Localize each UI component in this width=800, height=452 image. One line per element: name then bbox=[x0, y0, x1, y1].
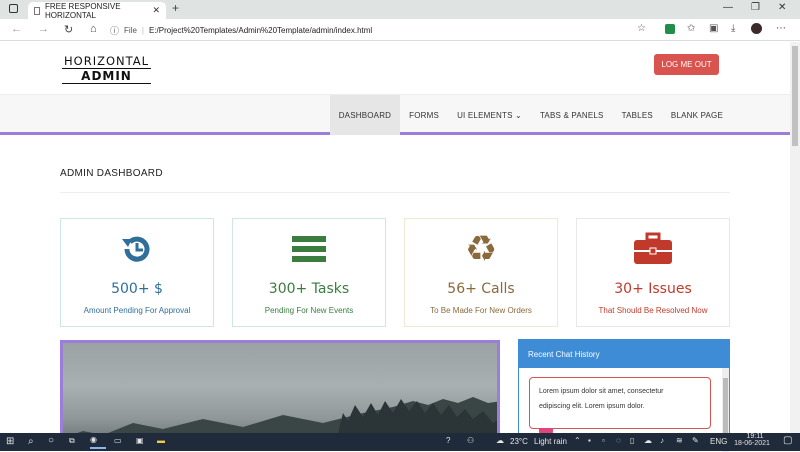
notifications-icon[interactable]: ▢ bbox=[783, 435, 792, 446]
menu-item-dashboard[interactable]: DASHBOARD bbox=[329, 95, 401, 135]
page-scrollbar[interactable] bbox=[790, 42, 800, 433]
wifi-icon[interactable]: ≋ bbox=[676, 436, 683, 445]
logo-line2: ADMIN bbox=[62, 69, 152, 84]
clock-date: 18-06-2021 bbox=[734, 440, 770, 447]
chat-message-line: Lorem ipsum dolor sit amet, consectetur bbox=[539, 388, 664, 395]
logo-line1: HORIZONTAL bbox=[62, 54, 152, 69]
clock-time: 19:11 bbox=[746, 433, 764, 440]
main-menu: DASHBOARD FORMS UI ELEMENTS ⌄ TABS & PAN… bbox=[329, 95, 732, 135]
extension-icon[interactable] bbox=[665, 24, 675, 34]
chat-message-line: edipiscing elit. Lorem ipsum dolor. bbox=[539, 403, 645, 410]
stat-card-tasks: 300+ Tasks Pending For New Events bbox=[232, 218, 386, 327]
menu-item-ui-elements[interactable]: UI ELEMENTS ⌄ bbox=[448, 95, 531, 135]
terminal-taskbar-icon[interactable]: ▭ bbox=[114, 436, 122, 445]
tab-title: FREE RESPONSIVE HORIZONTAL bbox=[44, 1, 121, 20]
widgets-icon[interactable]: ⧉ bbox=[69, 436, 75, 446]
list-icon bbox=[233, 231, 385, 267]
show-hidden-icons[interactable]: ⌃ bbox=[574, 436, 581, 445]
card-subtitle: Pending For New Events bbox=[264, 306, 354, 315]
tray-icon-1[interactable]: ▪ bbox=[588, 436, 591, 445]
browser-tab-bar: FREE RESPONSIVE HORIZONTAL ✕ + — ❐ ✕ bbox=[0, 0, 800, 20]
more-menu-icon[interactable]: ⋯ bbox=[776, 23, 786, 34]
history-icon bbox=[61, 231, 213, 267]
close-tab-icon[interactable]: ✕ bbox=[152, 5, 160, 16]
tab-actions-icon[interactable] bbox=[9, 4, 18, 13]
info-icon: ⓘ bbox=[110, 25, 120, 36]
os-taskbar: ⊞ ⌕ ○ ⧉ ◉ ▭ ▣ ▬ ? ⚇ ☁ 23°C Light rain ⌃ … bbox=[0, 433, 800, 451]
search-icon[interactable]: ⌕ bbox=[28, 436, 34, 447]
weather-temp[interactable]: 23°C bbox=[510, 437, 528, 446]
logout-button[interactable]: LOG ME OUT bbox=[654, 54, 719, 75]
restore-icon[interactable]: ❐ bbox=[751, 2, 760, 13]
card-number: 56+ Calls bbox=[447, 281, 515, 297]
network-icon[interactable]: ▯ bbox=[630, 436, 634, 445]
page-title: ADMIN DASHBOARD bbox=[60, 168, 163, 179]
language-indicator[interactable]: ENG bbox=[710, 437, 727, 446]
new-tab-icon[interactable]: + bbox=[172, 1, 179, 15]
cloud-icon[interactable]: ☁ bbox=[644, 436, 652, 445]
tray-icon-2[interactable]: ▫ bbox=[602, 436, 605, 445]
volume-icon[interactable]: ♪ bbox=[660, 436, 664, 445]
card-subtitle: Amount Pending For Approval bbox=[83, 306, 191, 315]
card-number: 300+ Tasks bbox=[268, 281, 350, 297]
app-taskbar-icon[interactable]: ▣ bbox=[136, 436, 144, 445]
page-scroll-thumb[interactable] bbox=[792, 46, 798, 146]
back-icon[interactable]: ← bbox=[11, 23, 22, 35]
stat-card-amount: 500+ $ Amount Pending For Approval bbox=[60, 218, 214, 327]
menu-item-forms[interactable]: FORMS bbox=[400, 95, 448, 135]
card-number: 30+ Issues bbox=[614, 281, 692, 297]
clock[interactable]: 19:11 18-06-2021 bbox=[734, 433, 770, 447]
pen-icon[interactable]: ✎ bbox=[692, 436, 699, 445]
menu-item-tabs-panels[interactable]: TABS & PANELS bbox=[531, 95, 613, 135]
title-divider bbox=[60, 192, 730, 193]
address-bar[interactable]: ⓘ File | E:/Project%20Templates/Admin%20… bbox=[110, 22, 650, 38]
downloads-icon[interactable]: ⤓ bbox=[731, 23, 735, 34]
people-icon[interactable]: ⚇ bbox=[467, 436, 474, 445]
minimize-icon[interactable]: — bbox=[723, 2, 733, 13]
recycle-icon: ♻ bbox=[464, 228, 498, 269]
url-text: E:/Project%20Templates/Admin%20Template/… bbox=[148, 25, 373, 35]
chat-message: Lorem ipsum dolor sit amet, consectetur … bbox=[529, 377, 711, 429]
logo[interactable]: HORIZONTAL ADMIN bbox=[62, 54, 152, 84]
browser-tab[interactable]: FREE RESPONSIVE HORIZONTAL ✕ bbox=[28, 1, 166, 20]
help-icon[interactable]: ? bbox=[446, 436, 450, 445]
chat-panel-title: Recent Chat History bbox=[519, 340, 729, 368]
url-scheme-label: File bbox=[124, 25, 137, 35]
collections-icon[interactable]: ▣ bbox=[709, 23, 718, 34]
main-menu-bar: DASHBOARD FORMS UI ELEMENTS ⌄ TABS & PAN… bbox=[0, 95, 790, 135]
windows-start-icon[interactable]: ⊞ bbox=[6, 436, 14, 447]
page-icon bbox=[34, 6, 40, 15]
menu-item-blank-page[interactable]: BLANK PAGE bbox=[662, 95, 732, 135]
favorites-icon[interactable]: ✩ bbox=[687, 23, 695, 34]
briefcase-icon bbox=[577, 231, 729, 267]
address-bar-row: ← → ↻ ⌂ ⓘ File | E:/Project%20Templates/… bbox=[0, 19, 800, 41]
profile-avatar[interactable] bbox=[751, 23, 762, 34]
url-separator: | bbox=[141, 25, 144, 35]
refresh-icon[interactable]: ↻ bbox=[64, 23, 73, 36]
site-header: HORIZONTAL ADMIN LOG ME OUT bbox=[0, 42, 790, 95]
home-icon[interactable]: ⌂ bbox=[90, 23, 97, 35]
favorite-star-icon[interactable]: ☆ bbox=[637, 23, 646, 34]
menu-item-tables[interactable]: TABLES bbox=[613, 95, 662, 135]
weather-condition[interactable]: Light rain bbox=[534, 437, 567, 446]
card-number: 500+ $ bbox=[111, 281, 163, 297]
card-subtitle: That Should Be Resolved Now bbox=[598, 306, 708, 315]
card-subtitle: To Be Made For New Orders bbox=[430, 306, 532, 315]
stat-card-calls: ♻ 56+ Calls To Be Made For New Orders bbox=[404, 218, 558, 327]
chat-scroll-thumb[interactable] bbox=[723, 378, 728, 438]
file-explorer-icon[interactable]: ▬ bbox=[157, 436, 165, 445]
weather-icon[interactable]: ☁ bbox=[496, 436, 504, 445]
forward-icon[interactable]: → bbox=[38, 23, 49, 35]
task-view-icon[interactable]: ○ bbox=[48, 435, 54, 446]
edge-taskbar-icon[interactable]: ◉ bbox=[90, 435, 106, 449]
tray-icon-3[interactable]: ◌ bbox=[616, 436, 621, 445]
close-window-icon[interactable]: ✕ bbox=[778, 2, 786, 13]
stat-card-issues: 30+ Issues That Should Be Resolved Now bbox=[576, 218, 730, 327]
